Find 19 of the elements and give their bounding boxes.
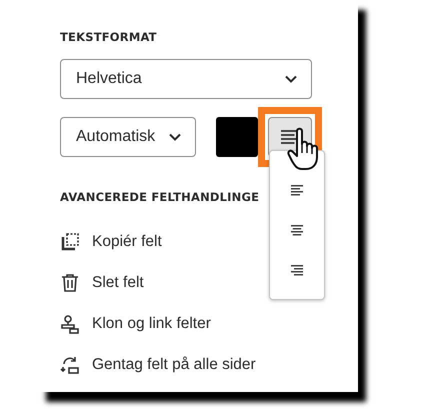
color-swatch[interactable] [216, 116, 258, 156]
font-select[interactable]: Helvetica [60, 59, 312, 99]
action-link[interactable]: Kopiér felt [92, 232, 162, 250]
align-left-icon [291, 185, 303, 196]
repeat-icon [60, 354, 80, 374]
align-left-icon [281, 130, 299, 144]
action-link[interactable]: Gentag felt på alle sider [92, 356, 256, 374]
chevron-icon [285, 75, 297, 83]
copy-icon [60, 232, 80, 252]
section-title: TEKSTFORMAT [60, 30, 158, 44]
chevron-icon [169, 132, 181, 140]
align-center-icon [291, 225, 303, 236]
align-right-icon [291, 265, 303, 276]
stamp-icon [60, 314, 80, 334]
trash-icon [60, 272, 80, 292]
size-select[interactable]: Automatisk [60, 116, 196, 156]
action-link[interactable]: Klon og link felter [92, 314, 211, 332]
action-link[interactable]: Slet felt [92, 274, 144, 292]
section-title: AVANCEREDE FELTHANDLINGE [60, 190, 260, 204]
